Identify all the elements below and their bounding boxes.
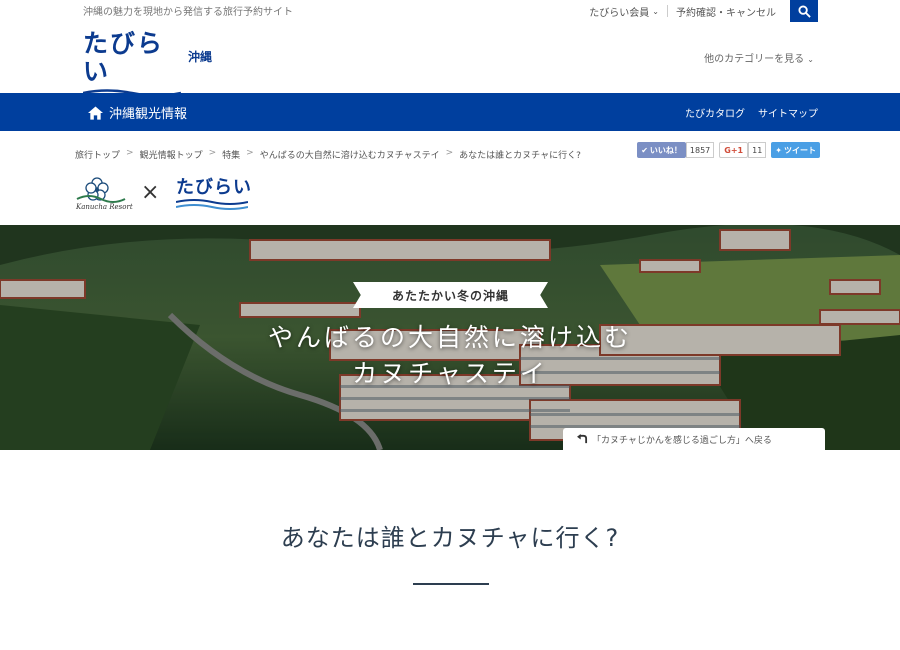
nav-home-label: 沖縄観光情報 <box>109 107 188 122</box>
like-check-icon: ✔ <box>641 145 648 155</box>
logo-wave <box>176 199 248 210</box>
hero-title-line1: やんばるの大自然に溶け込む <box>267 323 632 352</box>
breadcrumb-item[interactable]: 特集 <box>222 148 240 161</box>
tweet-button[interactable]: ✦ ツイート <box>771 142 820 158</box>
like-label: いいね！ <box>649 145 682 155</box>
member-menu[interactable]: たびらい会員 ⌄ <box>581 4 667 19</box>
chevron-down-icon: ⌄ <box>807 55 814 64</box>
site-logo[interactable]: たびらい <box>83 30 183 103</box>
chevron-down-icon: ⌄ <box>652 6 659 16</box>
search-icon <box>797 4 811 18</box>
social-buttons: ✔ いいね！ 1857 G+1 11 ✦ ツイート <box>637 142 820 158</box>
breadcrumb-item[interactable]: やんばるの大自然に溶け込むカヌチャステイ <box>260 148 440 161</box>
breadcrumb-separator: > <box>246 148 254 158</box>
region-label: 沖縄 <box>188 50 213 64</box>
nav-catalog-link[interactable]: たびカタログ <box>685 105 745 120</box>
back-arrow-icon <box>577 434 588 444</box>
nav-sitemap-link[interactable]: サイトマップ <box>758 105 818 120</box>
facebook-like-button[interactable]: ✔ いいね！ <box>637 142 686 158</box>
hero-title-line2: カヌチャステイ <box>352 359 548 388</box>
breadcrumb-separator: > <box>445 148 454 158</box>
search-button[interactable] <box>790 0 818 22</box>
logo-text: たびらい <box>83 29 165 86</box>
breadcrumb: 旅行トップ > 観光情報トップ > 特集 > やんばるの大自然に溶け込むカヌチャ… <box>75 148 581 161</box>
member-label: たびらい会員 <box>589 7 650 19</box>
gplus-count: 11 <box>748 142 767 158</box>
section-underline <box>413 583 489 585</box>
collab-tabirai-logo: たびらい <box>176 178 252 210</box>
collab-times: × <box>141 180 160 205</box>
top-links: たびらい会員 ⌄ 予約確認・キャンセル <box>581 0 784 22</box>
hero-title: やんばるの大自然に溶け込む カヌチャステイ <box>0 320 900 392</box>
reservation-link[interactable]: 予約確認・キャンセル <box>668 4 784 19</box>
reservation-label: 予約確認・キャンセル <box>676 7 776 19</box>
twitter-bird-icon: ✦ <box>775 145 782 155</box>
collab-logo-text: たびらい <box>176 177 252 198</box>
tweet-label: ツイート <box>784 145 816 155</box>
breadcrumb-item[interactable]: 観光情報トップ <box>140 148 203 161</box>
nav-home-link[interactable]: 沖縄観光情報 <box>88 103 187 122</box>
breadcrumb-separator: > <box>208 148 217 158</box>
back-link[interactable]: 「カヌチャじかんを感じる過ごし方」へ戻る <box>563 428 825 450</box>
section-title: あなたは誰とカヌチャに行く? <box>280 524 620 552</box>
home-icon <box>88 105 103 120</box>
main-navbar: 沖縄観光情報 たびカタログ サイトマップ <box>0 93 900 131</box>
breadcrumb-item[interactable]: 旅行トップ <box>75 148 120 161</box>
site-tagline: 沖縄の魅力を現地から発信する旅行予約サイト <box>83 7 293 18</box>
other-category-label: 他のカテゴリーを見る <box>704 54 805 65</box>
like-count: 1857 <box>685 142 715 158</box>
kanucha-logo-text: Kanucha Resort <box>76 203 133 211</box>
breadcrumb-separator: > <box>126 148 134 158</box>
hero-badge: あたたかい冬の沖縄 <box>353 282 548 308</box>
back-link-label: 「カヌチャじかんを感じる過ごし方」へ戻る <box>592 435 772 446</box>
other-category-link[interactable]: 他のカテゴリーを見る ⌄ <box>704 50 814 65</box>
gplus-button[interactable]: G+1 <box>719 142 749 158</box>
breadcrumb-current: あなたは誰とカヌチャに行く? <box>459 151 581 161</box>
